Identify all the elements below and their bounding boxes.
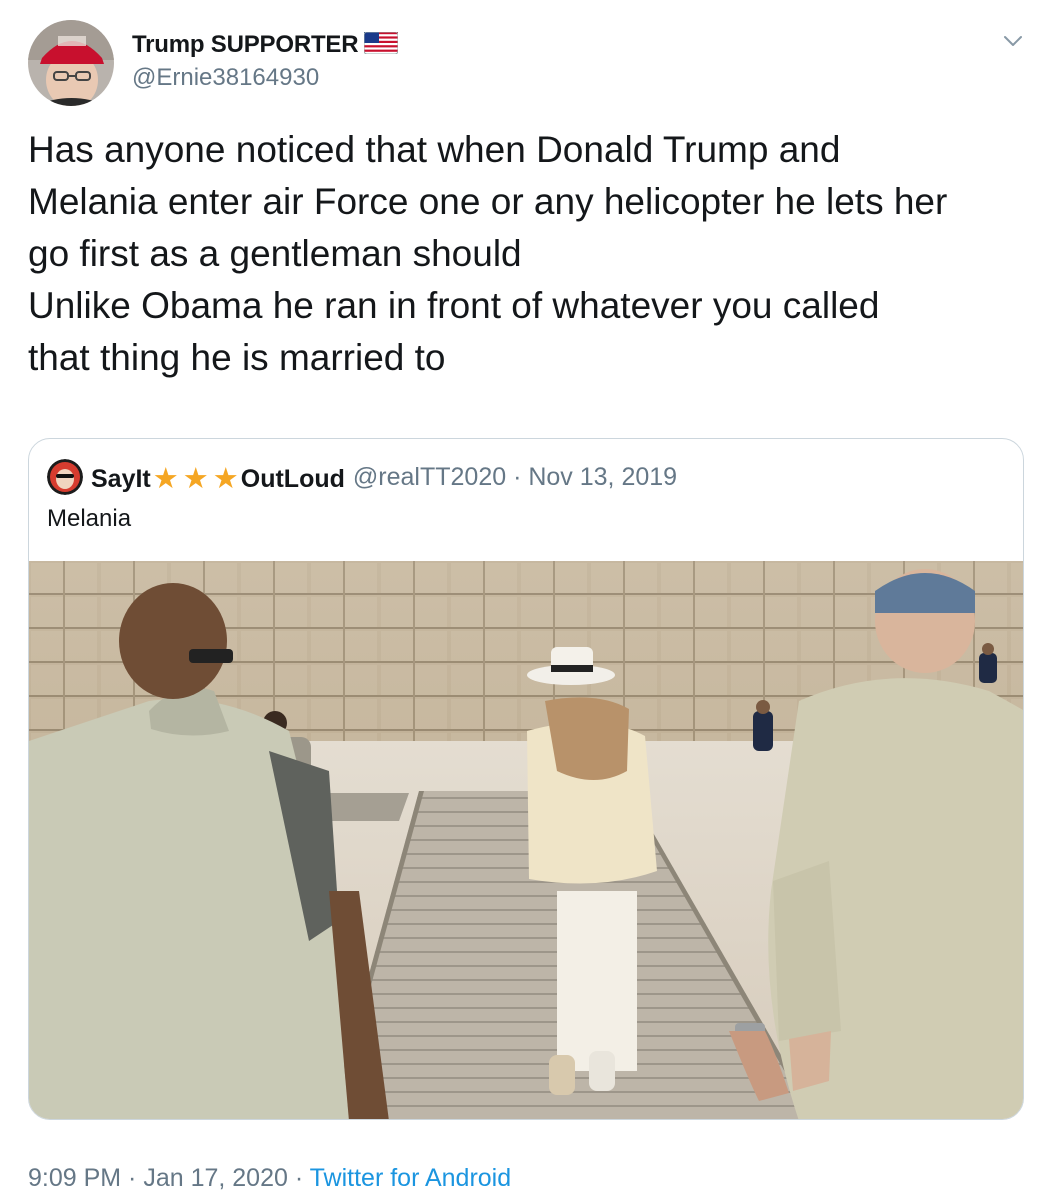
- tweet-text-line: Unlike Obama he ran in front of whatever…: [28, 285, 880, 326]
- tweet-text: Has anyone noticed that when Donald Trum…: [28, 124, 1038, 384]
- star-icon: ★: [212, 462, 239, 495]
- author-handle[interactable]: @Ernie38164930: [132, 64, 398, 92]
- tweet: Trump SUPPORTER @Ernie38164930 Has anyon…: [0, 0, 1058, 1200]
- quoted-name-part2: OutLoud: [240, 464, 345, 493]
- us-flag-icon: [363, 31, 399, 59]
- tweet-timestamp[interactable]: 9:09 PM · Jan 17, 2020 ·: [28, 1164, 310, 1192]
- author-display-name[interactable]: Trump SUPPORTER: [132, 31, 359, 59]
- quoted-tweet-header: SayIt★ ★ ★OutLoud @realTT2020 · Nov 13, 20…: [47, 459, 677, 495]
- chevron-down-icon[interactable]: [1002, 30, 1024, 52]
- tweet-text-line: that thing he is married to: [28, 337, 446, 378]
- star-icon: ★: [152, 462, 179, 495]
- quoted-author-name[interactable]: SayIt★ ★ ★OutLoud: [91, 460, 345, 495]
- quoted-name-part1: SayIt: [91, 464, 151, 493]
- author-avatar[interactable]: [28, 20, 114, 106]
- quoted-media-thumbnail[interactable]: [29, 561, 1023, 1119]
- tweet-text-line: go first as a gentleman should: [28, 233, 522, 274]
- tweet-source-link[interactable]: Twitter for Android: [310, 1164, 511, 1192]
- quoted-author-avatar[interactable]: [47, 459, 83, 495]
- tweet-text-line: Has anyone noticed that when Donald Trum…: [28, 129, 841, 170]
- tweet-meta: 9:09 PM · Jan 17, 2020 · Twitter for And…: [28, 1164, 511, 1193]
- quoted-tweet-text: Melania: [47, 505, 132, 532]
- star-icon: ★: [182, 462, 209, 495]
- quoted-handle-date[interactable]: @realTT2020 · Nov 13, 2019: [353, 463, 677, 492]
- quoted-tweet[interactable]: SayIt★ ★ ★OutLoud @realTT2020 · Nov 13, 20…: [28, 438, 1024, 1120]
- author-info[interactable]: Trump SUPPORTER @Ernie38164930: [132, 28, 399, 92]
- tweet-text-line: Melania enter air Force one or any helic…: [28, 181, 948, 222]
